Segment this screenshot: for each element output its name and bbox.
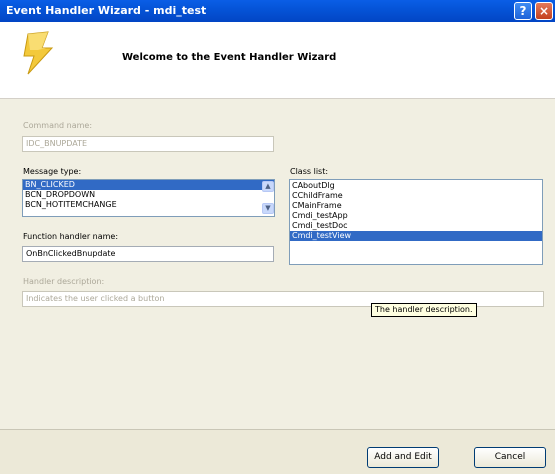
footer-bar [0,429,555,474]
list-item[interactable]: BCN_HOTITEMCHANGE [23,200,274,210]
wizard-heading: Welcome to the Event Handler Wizard [122,52,337,63]
message-type-label: Message type: [23,167,82,176]
event-handler-wizard-window: Event Handler Wizard - mdi_test ? × Welc… [0,0,555,474]
command-name-label: Command name: [23,121,93,130]
list-item[interactable]: Cmdi_testView [290,231,542,241]
command-name-field: IDC_BNUPDATE [22,136,274,152]
tooltip: The handler description. [371,303,477,317]
close-button[interactable]: × [535,2,553,20]
list-item[interactable]: CChildFrame [290,191,542,201]
function-handler-field[interactable]: OnBnClickedBnupdate [22,246,274,262]
window-title: Event Handler Wizard - mdi_test [6,4,207,17]
message-type-list[interactable]: BN_CLICKED BCN_DROPDOWN BCN_HOTITEMCHANG… [22,179,275,217]
list-item[interactable]: BN_CLICKED [23,180,274,190]
list-item[interactable]: Cmdi_testApp [290,211,542,221]
handler-description-label: Handler description: [23,277,105,286]
function-handler-label: Function handler name: [23,232,119,241]
scroll-down-button[interactable]: ▼ [262,203,274,214]
list-item[interactable]: Cmdi_testDoc [290,221,542,231]
class-list-label: Class list: [290,167,329,176]
title-bar[interactable]: Event Handler Wizard - mdi_test ? × [0,0,555,22]
list-item[interactable]: CMainFrame [290,201,542,211]
list-item[interactable]: CAboutDlg [290,181,542,191]
help-button[interactable]: ? [514,2,532,20]
lightning-icon [23,31,54,75]
add-and-edit-button[interactable]: Add and Edit [367,447,439,468]
class-list[interactable]: CAboutDlg CChildFrame CMainFrame Cmdi_te… [289,179,543,265]
cancel-button[interactable]: Cancel [474,447,546,468]
scroll-up-button[interactable]: ▲ [262,181,274,192]
list-item[interactable]: BCN_DROPDOWN [23,190,274,200]
